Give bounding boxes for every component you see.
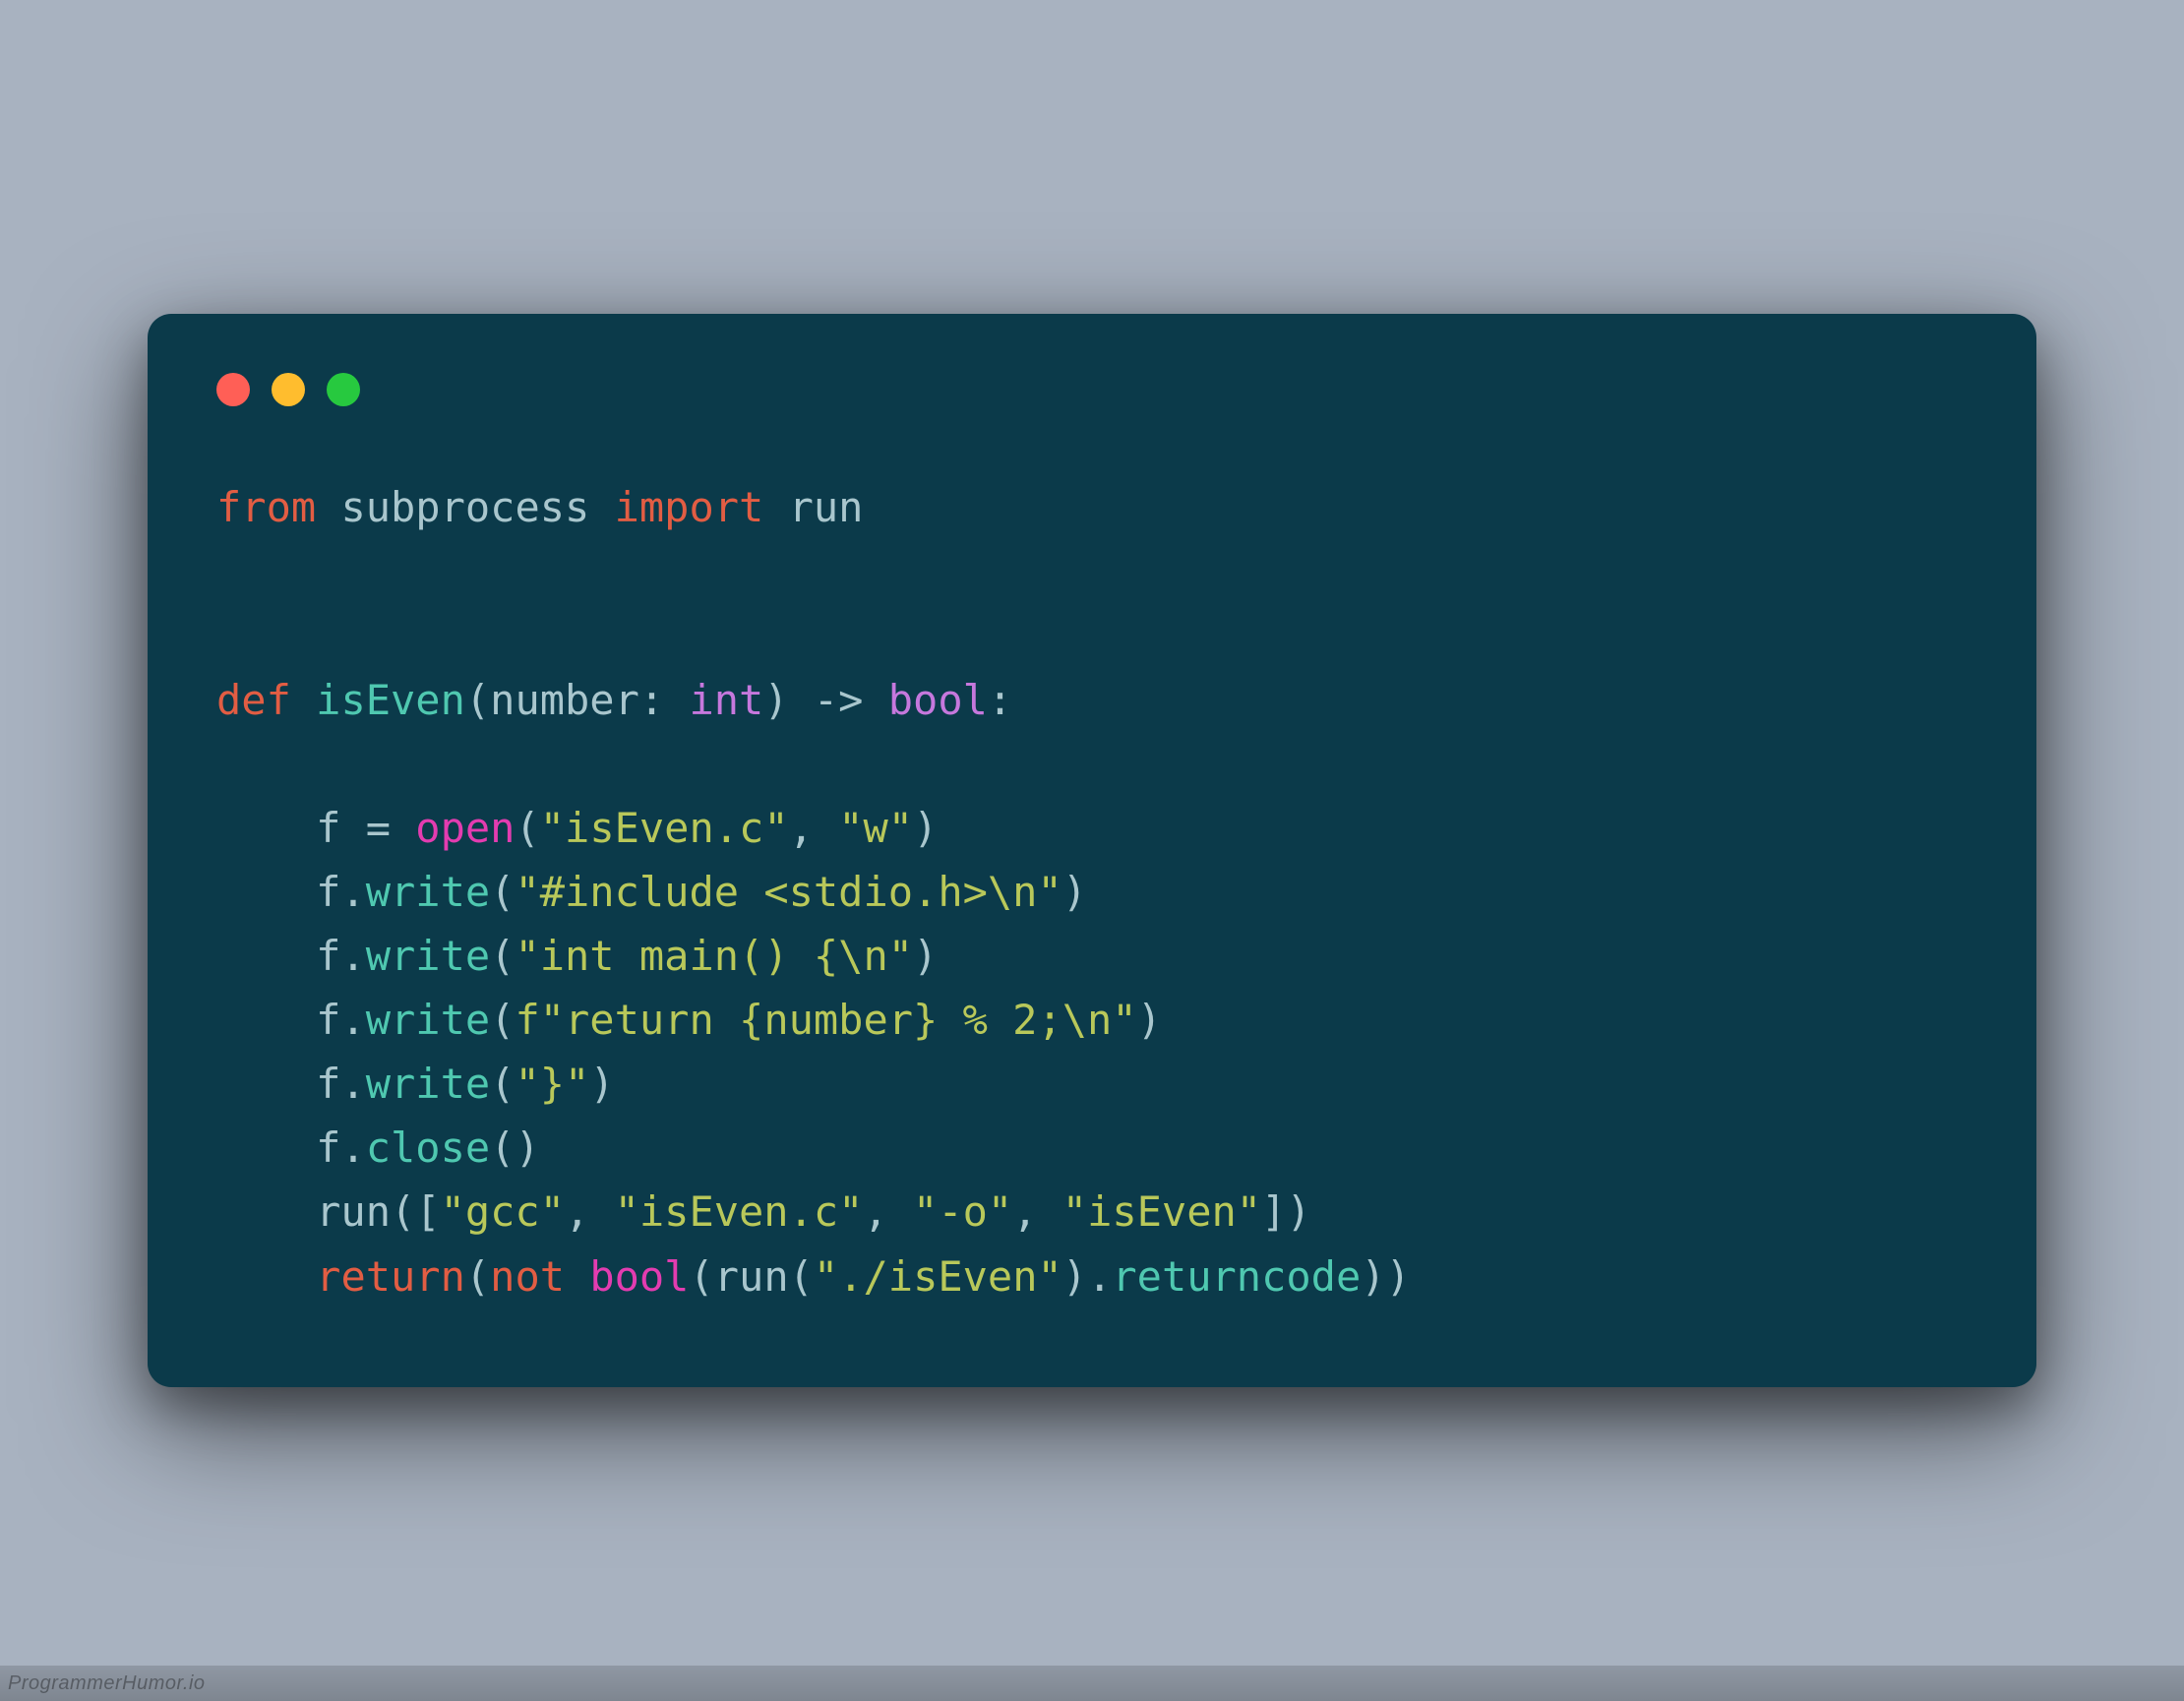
code-token: def [216, 676, 291, 724]
code-token: , [863, 1187, 913, 1236]
code-block: from subprocess import run def isEven(nu… [216, 475, 1968, 1307]
code-token: : [988, 676, 1012, 724]
code-token: write [366, 996, 490, 1044]
code-token: f. [216, 1124, 366, 1172]
code-token [216, 1252, 316, 1301]
code-token [291, 676, 316, 724]
code-token: ]) [1261, 1187, 1311, 1236]
zoom-icon[interactable] [327, 373, 360, 406]
code-token: ( [490, 932, 515, 980]
code-token: f = [216, 804, 415, 852]
code-token: (run( [689, 1252, 813, 1301]
code-token: )) [1361, 1252, 1411, 1301]
code-token: "int main() {\n" [515, 932, 913, 980]
code-token: ) [589, 1060, 614, 1108]
code-token: int [689, 676, 763, 724]
code-token: "-o" [913, 1187, 1012, 1236]
footer-bar [0, 1666, 2184, 1701]
window-titlebar [216, 373, 1968, 406]
code-token: f. [216, 932, 366, 980]
code-token: f"return {number} % 2;\n" [515, 996, 1136, 1044]
code-token: write [366, 1060, 490, 1108]
code-token: "gcc" [441, 1187, 565, 1236]
code-token: "isEven.c" [540, 804, 789, 852]
code-token: returncode [1112, 1252, 1361, 1301]
code-token: "./isEven" [814, 1252, 1062, 1301]
code-token: run([ [216, 1187, 441, 1236]
watermark-text: ProgrammerHumor.io [8, 1672, 206, 1695]
code-token: write [366, 932, 490, 980]
code-token: ) [913, 804, 938, 852]
code-token: "w" [838, 804, 913, 852]
code-token: open [415, 804, 515, 852]
code-token: subprocess [316, 483, 614, 531]
code-token: "isEven.c" [615, 1187, 864, 1236]
code-token: close [366, 1124, 490, 1172]
code-token: write [366, 868, 490, 916]
code-token: import [615, 483, 764, 531]
code-token: ) [1137, 996, 1162, 1044]
code-token: return [316, 1252, 465, 1301]
code-token: ) [913, 932, 938, 980]
code-token: ( [490, 996, 515, 1044]
code-token: ). [1062, 1252, 1113, 1301]
close-icon[interactable] [216, 373, 250, 406]
code-token: ( [490, 868, 515, 916]
code-token: from [216, 483, 316, 531]
code-token: not [490, 1252, 565, 1301]
code-token: f. [216, 868, 366, 916]
code-token [565, 1252, 589, 1301]
code-token: bool [888, 676, 988, 724]
minimize-icon[interactable] [272, 373, 305, 406]
code-token: ( [465, 1252, 490, 1301]
code-token: run [763, 483, 863, 531]
code-window: from subprocess import run def isEven(nu… [148, 314, 2036, 1386]
code-token: f. [216, 996, 366, 1044]
code-token: ) -> [763, 676, 887, 724]
code-token: ) [1062, 868, 1087, 916]
code-token: "#include <stdio.h>\n" [515, 868, 1062, 916]
code-token: , [1012, 1187, 1062, 1236]
code-token: ( [515, 804, 539, 852]
code-token: () [490, 1124, 540, 1172]
code-token: f. [216, 1060, 366, 1108]
code-token: "}" [515, 1060, 589, 1108]
code-token: bool [589, 1252, 689, 1301]
code-token: ( [490, 1060, 515, 1108]
code-token: (number: [465, 676, 690, 724]
code-token: "isEven" [1062, 1187, 1261, 1236]
code-token: , [565, 1187, 615, 1236]
code-token: , [789, 804, 839, 852]
code-token: isEven [316, 676, 465, 724]
